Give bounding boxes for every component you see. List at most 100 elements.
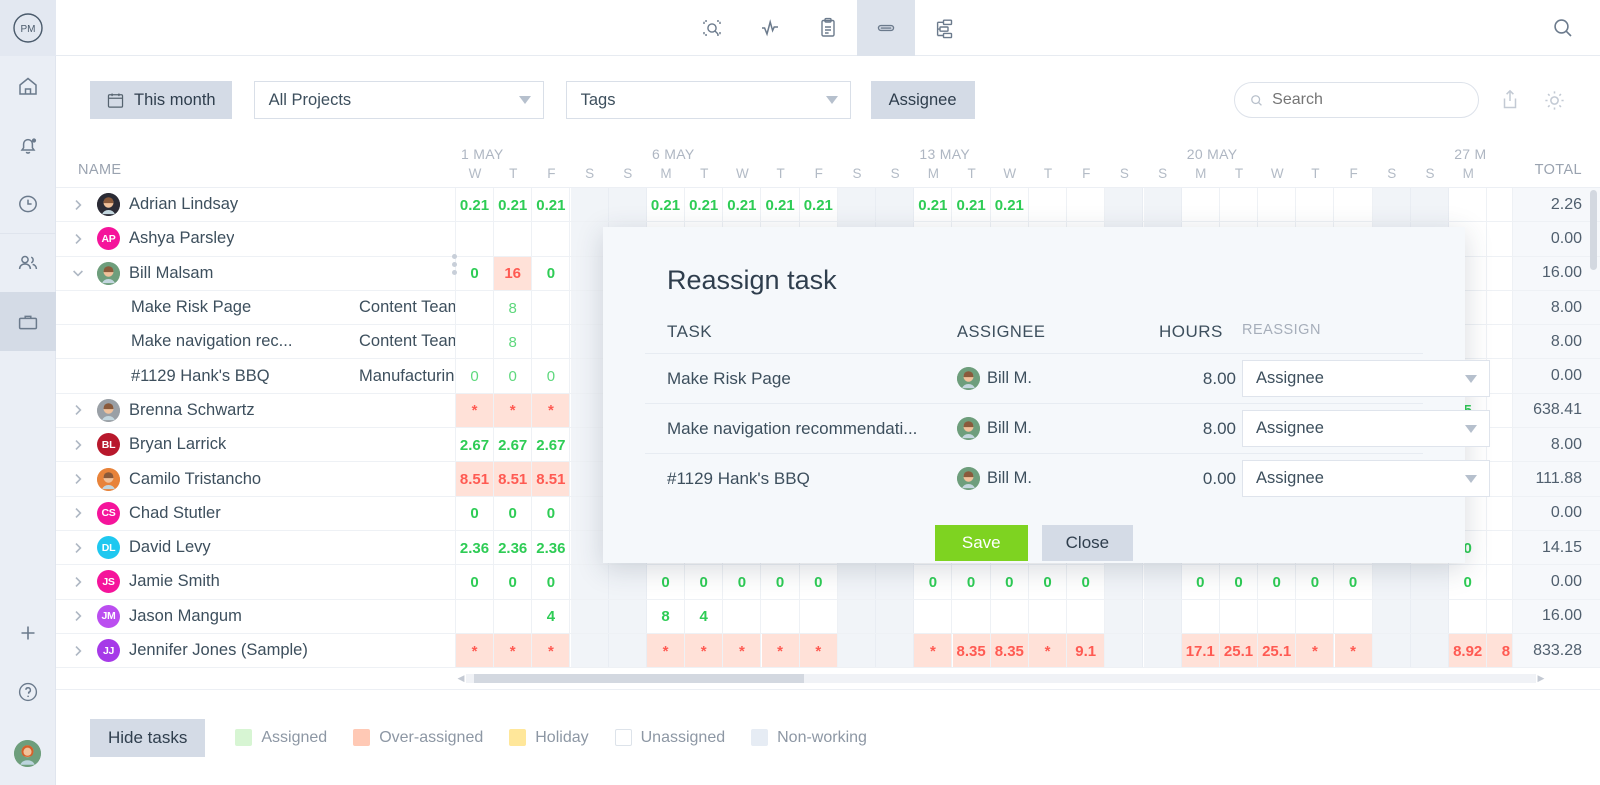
timeline-value-cell[interactable]: 0.21 xyxy=(532,188,571,222)
timeline-value-cell[interactable]: 0.21 xyxy=(990,188,1029,222)
search-box[interactable] xyxy=(1234,82,1479,118)
timeline-value-cell[interactable]: 0 xyxy=(532,359,571,393)
tab-hierarchy[interactable] xyxy=(915,0,973,56)
reassign-assignee-select[interactable]: Assignee xyxy=(1242,460,1490,497)
timeline-value-cell[interactable]: * xyxy=(685,633,724,668)
sidebar-item-timesheets[interactable] xyxy=(0,174,56,233)
timeline-value-cell[interactable]: 0 xyxy=(1029,565,1067,599)
timeline-cell[interactable] xyxy=(1220,599,1258,633)
timeline-cell[interactable] xyxy=(1487,531,1512,564)
timeline-cell[interactable] xyxy=(1105,599,1144,633)
timeline-value-cell[interactable]: * xyxy=(761,633,800,668)
horizontal-scrollbar[interactable]: ◀ ▶ xyxy=(456,671,1546,685)
timeline-cell[interactable] xyxy=(1335,599,1373,633)
timeline-value-cell[interactable]: 0.21 xyxy=(761,188,800,222)
timeline-cell[interactable] xyxy=(1220,188,1258,222)
chevron-right-icon[interactable] xyxy=(70,231,88,247)
tags-select[interactable]: Tags xyxy=(565,81,851,119)
timeline-cell[interactable] xyxy=(876,188,915,222)
timeline-cell[interactable] xyxy=(1411,188,1449,222)
timeline-value-cell[interactable]: * xyxy=(1334,633,1373,668)
reassign-assignee-select[interactable]: Assignee xyxy=(1242,360,1490,397)
timeline-cell[interactable] xyxy=(1296,188,1335,222)
timeline-cell[interactable] xyxy=(570,188,609,222)
timeline-cell[interactable] xyxy=(838,565,876,599)
timeline-value-cell[interactable]: 0 xyxy=(1449,565,1488,599)
timeline-cell[interactable] xyxy=(494,599,533,633)
timeline-value-cell[interactable]: 0.21 xyxy=(914,188,953,222)
timeline-value-cell[interactable]: 2.36 xyxy=(456,530,494,565)
save-button[interactable]: Save xyxy=(934,525,1028,561)
user-profile-avatar[interactable] xyxy=(0,721,56,785)
timeline-cell[interactable] xyxy=(1143,188,1182,222)
timeline-value-cell[interactable]: 0 xyxy=(799,565,838,599)
timeline-cell[interactable] xyxy=(1487,188,1512,221)
timeline-cell[interactable] xyxy=(876,565,915,599)
timeline-cell[interactable] xyxy=(494,222,533,256)
timeline-value-cell[interactable]: * xyxy=(723,633,762,668)
timeline-cell[interactable] xyxy=(953,599,991,633)
tab-scan-zoom[interactable] xyxy=(683,0,741,56)
scroll-right-arrow[interactable]: ▶ xyxy=(1536,673,1546,684)
timeline-cell[interactable] xyxy=(456,599,494,633)
timeline-value-cell[interactable]: 0 xyxy=(1181,565,1220,599)
timeline-value-cell[interactable]: 2.67 xyxy=(456,428,494,462)
timeline-value-cell[interactable]: * xyxy=(1029,633,1067,668)
sidebar-item-workload[interactable] xyxy=(0,292,56,351)
timeline-cell[interactable] xyxy=(1487,325,1512,358)
timeline-value-cell[interactable]: 2.67 xyxy=(532,428,571,462)
timeline-value-cell[interactable]: 0 xyxy=(1296,565,1335,599)
timeline-value-cell[interactable]: 0 xyxy=(494,359,533,393)
timeline-cell[interactable] xyxy=(1487,359,1512,392)
timeline-value-cell[interactable]: * xyxy=(532,393,571,428)
project-select[interactable]: All Projects xyxy=(253,81,544,119)
tab-activity[interactable] xyxy=(741,0,799,56)
timeline-value-cell[interactable]: 4 xyxy=(532,599,571,633)
timeline-cell[interactable] xyxy=(532,290,571,325)
timeline-cell[interactable] xyxy=(838,633,876,668)
sidebar-item-home[interactable] xyxy=(0,56,56,115)
person-row[interactable]: JM Jason Mangum 4 8 4 16.00 xyxy=(56,599,1600,634)
timeline-value-cell[interactable]: 8 xyxy=(494,325,533,359)
timeline-value-cell[interactable]: * xyxy=(494,393,533,428)
timeline-value-cell[interactable]: 4 xyxy=(685,599,724,633)
timeline-value-cell[interactable]: 8.51 xyxy=(494,462,533,496)
timeline-cell[interactable] xyxy=(570,599,609,633)
timeline-cell[interactable] xyxy=(914,599,953,633)
timeline-value-cell[interactable]: 0.21 xyxy=(952,188,991,222)
vertical-scrollbar-thumb[interactable] xyxy=(1590,190,1597,270)
timeline-value-cell[interactable]: 0 xyxy=(647,565,685,599)
timeline-cell[interactable] xyxy=(991,599,1029,633)
timeline-value-cell[interactable]: 9.1 xyxy=(1067,633,1106,668)
chevron-right-icon[interactable] xyxy=(70,402,88,418)
timeline-value-cell[interactable]: 2.36 xyxy=(532,530,571,565)
chevron-right-icon[interactable] xyxy=(70,643,88,659)
timeline-cell[interactable] xyxy=(1487,600,1512,633)
timeline-cell[interactable] xyxy=(1487,428,1512,461)
timeline-value-cell[interactable]: 2.67 xyxy=(494,428,533,462)
timeline-value-cell[interactable]: 25.1 xyxy=(1258,633,1297,668)
timeline-cell[interactable] xyxy=(1487,291,1512,324)
timeline-cell[interactable] xyxy=(1372,633,1411,668)
timeline-value-cell[interactable]: 0 xyxy=(456,359,494,393)
timeline-value-cell[interactable]: 8.51 xyxy=(456,462,494,496)
timeline-cell[interactable] xyxy=(838,599,876,633)
timeline-value-cell[interactable]: 0.21 xyxy=(723,188,762,222)
timeline-cell[interactable] xyxy=(1182,188,1220,222)
timeline-value-cell[interactable]: * xyxy=(799,633,838,668)
timeline-cell[interactable] xyxy=(532,325,571,359)
timeline-value-cell[interactable]: 0 xyxy=(1067,565,1106,599)
timeline-cell[interactable] xyxy=(1143,599,1182,633)
timeline-cell[interactable] xyxy=(1372,599,1411,633)
timeline-cell[interactable] xyxy=(1411,565,1449,599)
timeline-cell[interactable] xyxy=(1449,599,1488,633)
timeline-cell[interactable] xyxy=(800,599,838,633)
timeline-value-cell[interactable]: 0 xyxy=(456,256,494,290)
timeline-value-cell[interactable]: 8.51 xyxy=(532,462,571,496)
timeline-cell[interactable] xyxy=(456,325,494,359)
timeline-cell[interactable] xyxy=(1296,599,1335,633)
timeline-cell[interactable] xyxy=(608,599,647,633)
timeline-cell[interactable] xyxy=(1105,633,1144,668)
timeline-cell[interactable] xyxy=(1258,599,1297,633)
timeline-cell[interactable] xyxy=(876,633,915,668)
